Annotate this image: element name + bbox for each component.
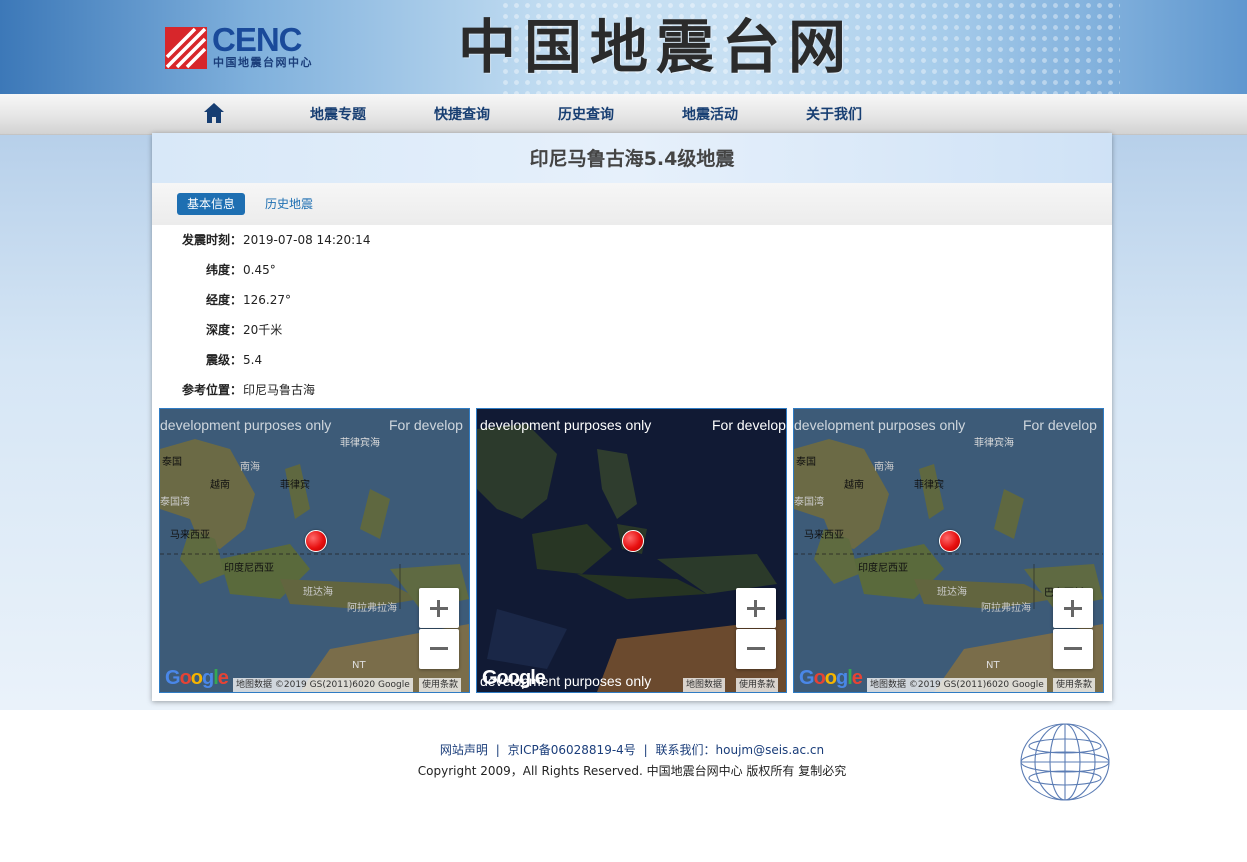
map-label: 越南 — [844, 480, 864, 491]
footer-email-link[interactable]: houjm@seis.ac.cn — [716, 743, 825, 757]
logo-text[interactable]: CENC — [212, 22, 303, 58]
nav-item-activity[interactable]: 地震活动 — [682, 94, 738, 134]
map-label: 南海 — [874, 462, 894, 473]
map-watermark: For develop — [389, 417, 463, 433]
zoom-out-button[interactable] — [1053, 629, 1093, 669]
map-watermark: For develop — [712, 417, 786, 433]
nav-item-topics[interactable]: 地震专题 — [310, 94, 366, 134]
map-label: 马来西亚 — [804, 530, 844, 541]
zoom-out-button[interactable] — [419, 629, 459, 669]
home-icon[interactable] — [203, 102, 225, 124]
info-value: 2019-07-08 14:20:14 — [243, 233, 371, 247]
map-label: 泰国湾 — [160, 497, 190, 508]
zoom-out-button[interactable] — [736, 629, 776, 669]
info-label: 深度： — [205, 323, 242, 337]
map-label: 印度尼西亚 — [224, 563, 274, 574]
map-label: 南海 — [240, 462, 260, 473]
map-watermark: For develop — [1023, 417, 1097, 433]
quake-marker[interactable] — [939, 530, 961, 552]
main-nav: 地震专题 快捷查询 历史查询 地震活动 关于我们 — [0, 94, 1247, 135]
footer-contact-label: 联系我们： — [655, 743, 716, 757]
map-label: 马来西亚 — [170, 530, 210, 541]
tab-history-quakes[interactable]: 历史地震 — [265, 193, 313, 215]
info-label: 发震时刻： — [181, 233, 242, 247]
info-value: 0.45° — [243, 263, 276, 277]
cenc-logo-icon[interactable] — [165, 27, 207, 69]
zoom-in-button[interactable] — [1053, 588, 1093, 628]
map-attribution: 地图数据 — [683, 678, 726, 692]
map-terrain[interactable]: development purposes only For develop 菲律… — [159, 408, 470, 693]
nav-item-about[interactable]: 关于我们 — [806, 94, 862, 134]
info-row-latitude: 纬度： 0.45° — [152, 260, 1112, 280]
map-label: 泰国 — [162, 457, 182, 468]
google-logo: Google — [482, 667, 546, 689]
nav-item-quick-query[interactable]: 快捷查询 — [434, 94, 490, 134]
footer-separator: | — [495, 743, 500, 757]
info-label: 震级： — [205, 353, 242, 367]
event-tabs: 基本信息 历史地震 — [152, 183, 1112, 225]
map-label: NT — [986, 660, 1000, 671]
map-label: 越南 — [210, 480, 230, 491]
site-title: 中国地震台网 — [458, 13, 855, 81]
info-row-longitude: 经度： 126.27° — [152, 290, 1112, 310]
footer-icp-link[interactable]: 京ICP备06028819-4号 — [508, 743, 636, 757]
map-label: 印度尼西亚 — [858, 563, 908, 574]
event-card: 印尼马鲁古海5.4级地震 基本信息 历史地震 发震时刻： 2019-07-08 … — [152, 133, 1112, 701]
map-label: 阿拉弗拉海 — [981, 603, 1031, 614]
map-watermark: development purposes only — [160, 417, 332, 433]
map-label: 菲律宾海 — [974, 438, 1014, 449]
info-label: 纬度： — [205, 263, 242, 277]
terms-link[interactable]: 使用条款 — [736, 678, 779, 692]
info-value: 126.27° — [243, 293, 291, 307]
map-label: 阿拉弗拉海 — [347, 603, 397, 614]
map-attribution: 地图数据 ©2019 GS(2011)6020 Google — [233, 678, 413, 692]
terms-link[interactable]: 使用条款 — [419, 678, 462, 692]
info-value: 20千米 — [243, 323, 283, 337]
map-watermark: development purposes only — [794, 417, 966, 433]
google-logo: Google — [165, 667, 229, 689]
map-label: 泰国湾 — [794, 497, 824, 508]
globe-icon — [1020, 723, 1110, 801]
info-row-magnitude: 震级： 5.4 — [152, 350, 1112, 370]
footer-separator: | — [643, 743, 648, 757]
zoom-in-button[interactable] — [736, 588, 776, 628]
map-label: 菲律宾 — [280, 480, 310, 491]
map-label: 泰国 — [796, 457, 816, 468]
info-label: 经度： — [205, 293, 242, 307]
zoom-in-button[interactable] — [419, 588, 459, 628]
event-title: 印尼马鲁古海5.4级地震 — [152, 133, 1112, 183]
logo-subtitle: 中国地震台网中心 — [213, 56, 313, 69]
map-label: 菲律宾海 — [340, 438, 380, 449]
footer-statement-link[interactable]: 网站声明 — [440, 743, 488, 757]
map-label: 菲律宾 — [914, 480, 944, 491]
map-label: 班达海 — [937, 587, 967, 598]
map-label: NT — [352, 660, 366, 671]
map-label: 班达海 — [303, 587, 333, 598]
info-value: 印尼马鲁古海 — [243, 383, 316, 397]
info-value: 5.4 — [243, 353, 263, 367]
quake-marker[interactable] — [305, 530, 327, 552]
info-label: 参考位置： — [181, 383, 242, 397]
tab-basic-info[interactable]: 基本信息 — [177, 193, 245, 215]
map-satellite[interactable]: development purposes only For develop de… — [476, 408, 787, 693]
terms-link[interactable]: 使用条款 — [1053, 678, 1096, 692]
info-row-location: 参考位置： 印尼马鲁古海 — [152, 380, 1112, 400]
info-row-depth: 深度： 20千米 — [152, 320, 1112, 340]
nav-item-history-query[interactable]: 历史查询 — [558, 94, 614, 134]
map-watermark: development purposes only — [480, 417, 652, 433]
quake-marker[interactable] — [622, 530, 644, 552]
google-logo: Google — [799, 667, 863, 689]
map-attribution: 地图数据 ©2019 GS(2011)6020 Google — [867, 678, 1047, 692]
map-terrain-2[interactable]: development purposes only For develop 菲律… — [793, 408, 1104, 693]
info-row-time: 发震时刻： 2019-07-08 14:20:14 — [152, 230, 1112, 250]
